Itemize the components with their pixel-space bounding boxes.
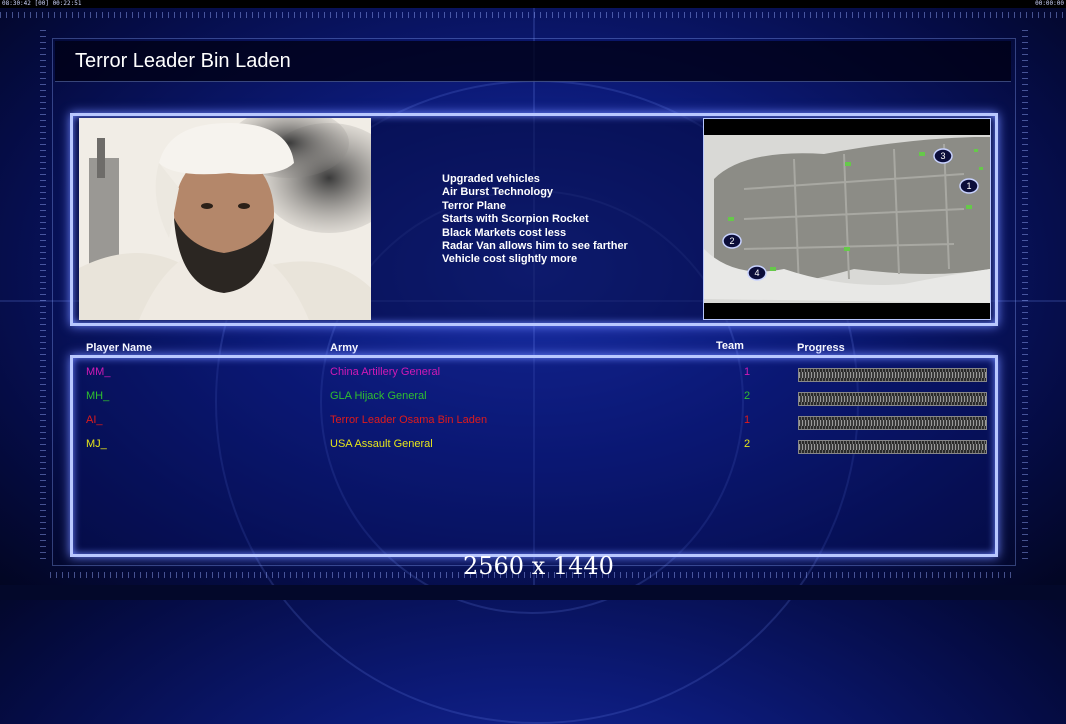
left-ruler <box>40 30 46 560</box>
minimap: 1 2 3 4 <box>703 118 991 320</box>
trait-item: Upgraded vehicles <box>442 173 540 185</box>
leader-portrait-image <box>79 118 371 320</box>
start-position-4: 4 <box>754 268 759 278</box>
general-traits-list: Upgraded vehicles Air Burst Technology T… <box>442 173 628 267</box>
status-right-text: 00:00:00 <box>1035 0 1064 7</box>
player-army: Terror Leader Osama Bin Laden <box>330 414 488 426</box>
player-team: 2 <box>744 438 751 450</box>
top-ruler <box>0 12 1066 18</box>
player-progress-bar <box>798 392 987 406</box>
trait-item: Radar Van allows him to see farther <box>442 240 628 253</box>
trait-item: Vehicle cost slightly more <box>442 253 578 266</box>
table-row: MH_ GLA Hijack General 2 <box>0 390 1066 408</box>
header-player-name: Player Name <box>86 342 153 354</box>
start-position-3: 3 <box>940 151 945 161</box>
player-team: 1 <box>744 366 751 378</box>
table-row: AI_ Terror Leader Osama Bin Laden 1 <box>0 414 1066 432</box>
player-army: China Artillery General <box>330 366 441 378</box>
start-position-2: 2 <box>729 236 734 246</box>
player-name: MH_ <box>86 390 110 402</box>
status-left-text: 08:30:42 [00] 00:22:51 <box>2 0 82 7</box>
trait-item: Terror Plane <box>442 199 506 212</box>
start-position-1: 1 <box>966 181 971 191</box>
header-army: Army <box>330 342 359 354</box>
status-bar: 08:30:42 [00] 00:22:51 00:00:00 <box>0 0 1066 8</box>
player-team: 2 <box>744 390 751 402</box>
player-progress-bar <box>798 416 987 430</box>
table-row: MM_ China Artillery General 1 <box>0 366 1066 384</box>
page-title: Terror Leader Bin Laden <box>75 50 291 72</box>
player-name: AI_ <box>86 414 103 426</box>
trait-item: Starts with Scorpion Rocket <box>442 213 589 226</box>
player-team: 1 <box>744 414 751 426</box>
player-name: MJ_ <box>86 438 107 450</box>
table-row: MJ_ USA Assault General 2 <box>0 438 1066 456</box>
bottom-ruler-bar <box>0 585 1066 600</box>
player-progress-bar <box>798 368 987 382</box>
player-army: GLA Hijack General <box>330 390 427 402</box>
trait-item: Black Markets cost less <box>442 226 567 239</box>
resolution-overlay-text: 2560 x 1440 <box>463 552 614 580</box>
player-army: USA Assault General <box>330 438 433 450</box>
header-progress: Progress <box>797 342 845 354</box>
trait-item: Air Burst Technology <box>442 186 554 199</box>
player-name: MM_ <box>86 366 111 378</box>
right-ruler <box>1022 30 1028 560</box>
header-team: Team <box>716 340 744 352</box>
player-progress-bar <box>798 440 987 454</box>
players-panel <box>70 355 998 557</box>
